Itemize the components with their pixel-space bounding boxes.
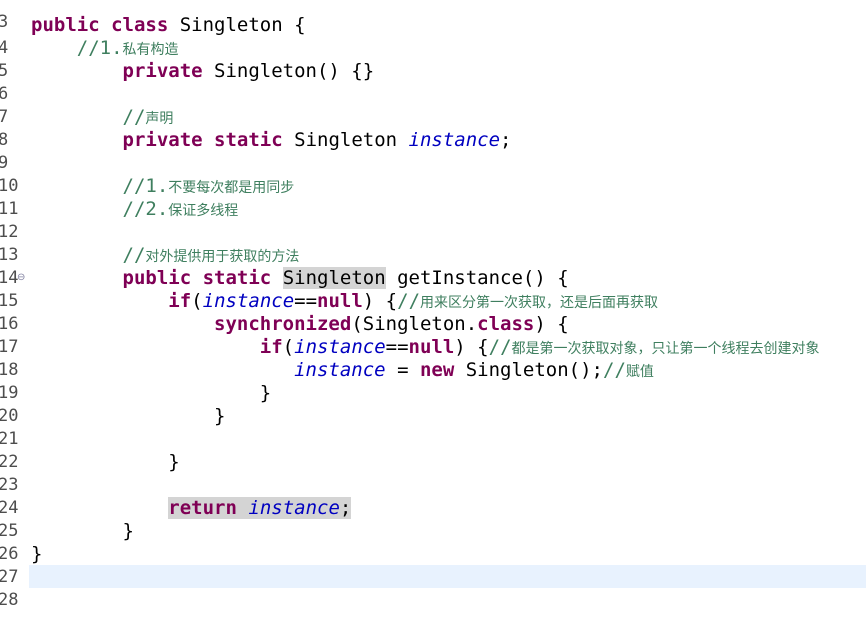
comment: //声明 — [122, 106, 174, 128]
code-line[interactable]: 8 //声明 — [0, 106, 866, 150]
keyword: if — [259, 336, 283, 358]
field-name: instance — [408, 129, 501, 151]
code-line[interactable]: 6 private Singleton() {} — [0, 60, 866, 104]
code-line[interactable]: 9 private static Singleton instance; — [0, 129, 866, 173]
code-text: //1.不要每次都是用同步 — [31, 175, 295, 200]
keyword: static — [202, 267, 272, 289]
code-line[interactable]: 14 //对外提供用于获取的方法 — [0, 244, 866, 288]
code-text: private static Singleton instance; — [122, 129, 512, 151]
code-text: synchronized(Singleton.class) { — [214, 313, 569, 335]
code-text: } — [122, 520, 134, 542]
code-line[interactable]: 5 //1.私有构造 — [0, 37, 866, 81]
code-text: } — [168, 451, 180, 473]
code-text: } — [31, 543, 43, 565]
code-text: } — [259, 382, 272, 404]
code-line[interactable]: 20 } — [0, 382, 866, 426]
keyword: class — [111, 14, 169, 36]
code-text: if(instance==null) {//都是第一次获取对象，只让第一个线程去… — [259, 336, 820, 358]
code-line[interactable]: 22 — [0, 428, 866, 472]
keyword: class — [477, 313, 535, 335]
code-line[interactable]: 21 } — [0, 405, 866, 449]
code-text: if(instance==null) {//用来区分第一次获取，还是后面再获取 — [168, 290, 659, 312]
code-line[interactable]: 3 — [0, 0, 866, 32]
code-line[interactable]: 18 if(instance==null) {//都是第一次获取对象，只让第一个… — [0, 336, 866, 380]
code-text: private Singleton() {} — [122, 60, 375, 82]
code-text: //1.私有构造 — [31, 37, 179, 62]
keyword: new — [419, 359, 455, 381]
occurrence-highlight: Singleton — [282, 267, 386, 289]
comment: //都是第一次获取对象，只让第一个线程去创建对象 — [488, 336, 820, 358]
code-line[interactable]: 25 return instance; — [0, 497, 866, 541]
code-line[interactable]: 11 //1.不要每次都是用同步 — [0, 175, 866, 219]
code-line[interactable]: 4 public class Singleton { — [0, 14, 866, 58]
comment: //赋值 — [603, 359, 654, 381]
comment: //对外提供用于获取的方法 — [122, 244, 300, 266]
code-line[interactable]: 12 //2.保证多线程 — [0, 198, 866, 242]
class-name: Singleton { — [168, 14, 306, 36]
comment: //1.不要每次都是用同步 — [122, 175, 295, 197]
code-line[interactable]: 23 } — [0, 451, 866, 495]
keyword: public — [31, 14, 100, 36]
code-line[interactable]: 26 } — [0, 520, 866, 564]
code-text: //对外提供用于获取的方法 — [31, 244, 300, 269]
code-line[interactable]: 10 — [0, 152, 866, 196]
keyword: synchronized — [214, 313, 352, 335]
field-name: instance — [294, 336, 386, 358]
keyword: return — [168, 497, 237, 519]
code-text: public class Singleton { — [31, 14, 306, 37]
line-number: 28 — [0, 590, 19, 610]
keyword: if — [168, 290, 192, 312]
code-editor[interactable]: 3 4 public class Singleton { 5 //1.私有构造 … — [0, 0, 866, 616]
code-text: //声明 — [31, 106, 174, 131]
code-text: return instance; — [31, 497, 352, 520]
field-name: instance — [248, 497, 340, 519]
fold-collapse-icon[interactable]: ⊖ — [17, 266, 25, 289]
keyword: null — [408, 336, 455, 358]
comment: //2.保证多线程 — [122, 198, 239, 220]
keyword: static — [214, 129, 283, 151]
code-line[interactable]: 27 } — [0, 543, 866, 587]
comment: //用来区分第一次获取，还是后面再获取 — [397, 290, 659, 312]
comment: //1.私有构造 — [76, 37, 179, 59]
code-text: //2.保证多线程 — [31, 198, 239, 223]
occurrence-highlight: return instance; — [168, 497, 352, 519]
code-text: } — [214, 405, 226, 427]
code-text: instance = new Singleton();//赋值 — [294, 359, 654, 381]
keyword: private — [122, 129, 203, 151]
code-line[interactable]: 7 — [0, 83, 866, 127]
keyword: null — [317, 290, 363, 312]
code-line[interactable]: 15 ⊖ public static Singleton getInstance… — [0, 266, 866, 311]
code-line[interactable]: 24 — [0, 474, 866, 518]
field-name: instance — [294, 359, 386, 381]
code-line[interactable]: 16 if(instance==null) {//用来区分第一次获取，还是后面再… — [0, 290, 866, 334]
code-line[interactable]: 28 — [0, 566, 866, 610]
code-line[interactable]: 17 synchronized(Singleton.class) { — [0, 313, 866, 357]
keyword: public — [122, 267, 192, 289]
keyword: private — [122, 60, 203, 82]
field-name: instance — [202, 290, 295, 312]
code-line[interactable]: 19 instance = new Singleton();//赋值 — [0, 359, 866, 403]
code-text: public static Singleton getInstance() { — [122, 267, 569, 289]
code-line[interactable]: 13 — [0, 221, 866, 265]
